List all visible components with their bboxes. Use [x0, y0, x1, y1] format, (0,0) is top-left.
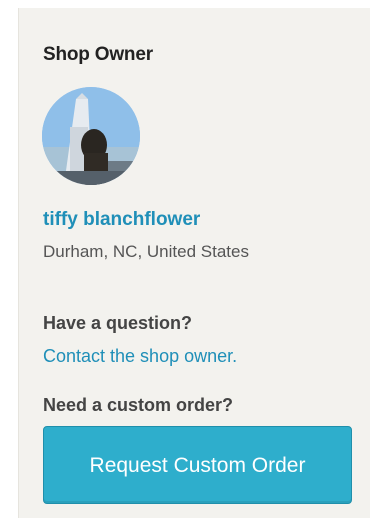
section-title: Shop Owner: [43, 44, 153, 65]
shop-owner-panel: Shop Owner tiffy blanchflower Durham, NC…: [18, 8, 370, 518]
avatar-image: [42, 87, 140, 185]
request-custom-order-button[interactable]: Request Custom Order: [43, 426, 352, 504]
custom-order-label: Need a custom order?: [43, 395, 234, 415]
question-label: Have a question?: [43, 313, 193, 333]
avatar[interactable]: [42, 87, 140, 185]
owner-name-link[interactable]: tiffy blanchflower: [43, 209, 200, 231]
owner-location: Durham, NC, United States: [43, 242, 249, 261]
contact-owner-link[interactable]: Contact the shop owner.: [43, 346, 237, 367]
